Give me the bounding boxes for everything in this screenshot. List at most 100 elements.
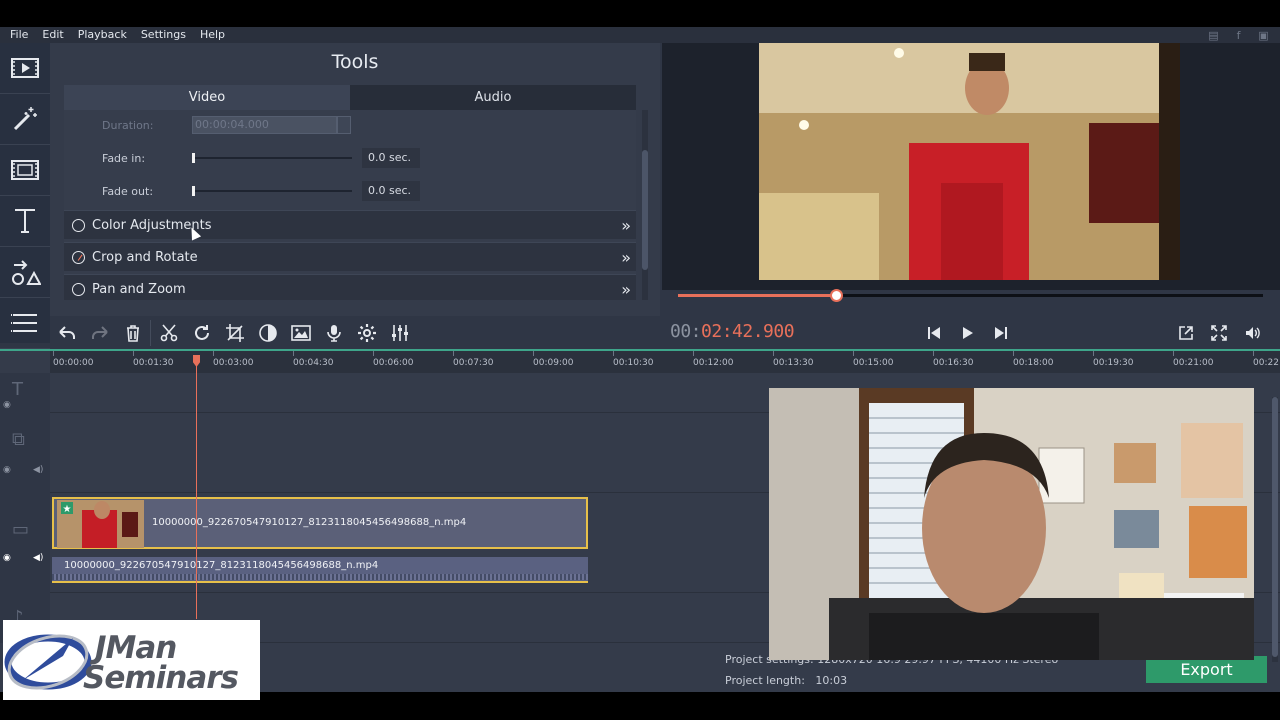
clip-properties-button[interactable] [350,316,383,349]
visibility-eye-icon[interactable]: ◉ [3,465,11,475]
audio-clip[interactable]: 10000000_922670547910127_812311804545649… [52,557,588,583]
previous-frame-button[interactable] [922,321,946,345]
menu-playback[interactable]: Playback [71,27,134,43]
ruler-tick-mark [53,351,54,356]
record-audio-button[interactable] [317,316,350,349]
import-media-button[interactable] [0,43,50,94]
section-toggle-icon[interactable] [72,218,85,232]
export-button[interactable]: Export [1146,656,1267,683]
equalizer-icon [391,324,408,341]
menu-file[interactable]: File [0,27,35,43]
ruler-tick-label: 00:15:00 [853,358,894,368]
fade-in-slider-handle[interactable] [192,153,195,163]
section-crop-and-rotate[interactable]: Crop and Rotate ›› [64,242,636,271]
text-track-icon: T [12,379,23,400]
ruler-tick-label: 00:01:30 [133,358,174,368]
toolbar-divider [150,319,151,346]
cut-button[interactable] [152,316,185,349]
audio-waveform [52,574,588,580]
tools-scrollbar[interactable] [642,110,648,300]
ruler-tick-label: 00:10:30 [613,358,654,368]
transitions-button[interactable] [0,145,50,196]
play-icon [963,327,973,339]
menu-edit[interactable]: Edit [35,27,70,43]
section-toggle-checked-icon[interactable] [72,250,85,264]
fade-out-label: Fade out: [102,185,154,198]
detach-player-button[interactable] [1174,321,1198,345]
menu-settings[interactable]: Settings [134,27,193,43]
rotate-button[interactable] [185,316,218,349]
tab-video[interactable]: Video [64,85,350,110]
project-length-value: 10:03 [815,674,848,687]
equalizer-button[interactable] [383,316,416,349]
video-track-header: ▭ ◉ ◀) [0,493,50,593]
duration-field[interactable]: 00:00:04.000 [192,116,337,134]
undo-button[interactable] [50,316,83,349]
visibility-eye-icon[interactable]: ◉ [3,400,11,410]
preview-image [759,43,1180,280]
playback-scrubber[interactable] [678,289,1263,302]
section-pan-and-zoom[interactable]: Pan and Zoom ›› [64,274,636,300]
edit-toolbar [50,316,660,349]
ruler-tick-mark [933,351,934,356]
playhead-line[interactable] [196,357,197,619]
skip-back-icon [928,327,940,339]
titles-button[interactable] [0,196,50,247]
undo-icon [58,325,75,339]
ruler-tick-mark [773,351,774,356]
fade-out-value[interactable]: 0.0 sec. [362,181,420,201]
filters-button[interactable] [0,94,50,145]
scrubber-handle[interactable] [829,289,843,302]
crop-button[interactable] [218,316,251,349]
next-frame-button[interactable] [989,321,1013,345]
section-label: Crop and Rotate [92,249,198,265]
expand-chevron-icon[interactable]: ›› [621,280,631,299]
fullscreen-button[interactable] [1207,321,1231,345]
preview-video-frame[interactable] [759,43,1180,280]
ruler-tick-label: 00:18:00 [1013,358,1054,368]
logo-text-line2: Seminars [83,660,239,696]
settings-icon [357,323,376,342]
expand-chevron-icon[interactable]: ›› [621,216,631,235]
scrollbar-thumb[interactable] [642,150,648,270]
mute-speaker-icon[interactable]: ◀) [33,553,43,563]
scrollbar-thumb[interactable] [1272,397,1278,657]
project-length-label: Project length: [725,674,805,687]
color-adjust-button[interactable] [251,316,284,349]
tab-audio[interactable]: Audio [350,85,636,110]
redo-button[interactable] [83,316,116,349]
visibility-eye-icon[interactable]: ◉ [3,553,11,563]
ruler-tick-label: 00:12:00 [693,358,734,368]
ruler-tick-mark [213,351,214,356]
vk-icon[interactable]: ▣ [1257,29,1270,42]
tools-panel: Tools Video Audio Duration: 00:00:04.000… [50,43,660,316]
delete-button[interactable] [116,316,149,349]
expand-chevron-icon[interactable]: ›› [621,248,631,267]
timeline-ruler[interactable]: 00:00:00 00:01:30 00:03:00 00:04:30 00:06:00… [50,351,1280,373]
volume-button[interactable] [1241,321,1265,345]
insert-image-button[interactable] [284,316,317,349]
menu-help[interactable]: Help [193,27,232,43]
youtube-icon[interactable]: ▤ [1207,29,1220,42]
skip-forward-icon [995,327,1007,339]
facebook-icon[interactable]: f [1232,29,1245,42]
ruler-tick-label: 00:19:30 [1093,358,1134,368]
video-clip[interactable]: ★ 10000000_922670547910127_8123118045456… [52,497,588,549]
fade-out-slider[interactable] [192,190,352,192]
rotate-icon [194,324,209,340]
fade-in-value[interactable]: 0.0 sec. [362,148,420,168]
section-toggle-icon[interactable] [72,282,85,296]
mute-speaker-icon[interactable]: ◀) [33,465,43,475]
section-color-adjustments[interactable]: Color Adjustments ›› [64,210,636,239]
more-tools-button[interactable] [0,298,50,349]
timeline-vertical-scrollbar[interactable] [1272,397,1278,662]
fade-in-slider[interactable] [192,157,352,159]
play-button[interactable] [955,321,979,345]
fade-out-slider-handle[interactable] [192,186,195,196]
ruler-tick-mark [373,351,374,356]
duration-spinner[interactable] [337,116,351,134]
ruler-tick-label: 00:09:00 [533,358,574,368]
stickers-button[interactable] [0,247,50,298]
ruler-tick-label: 00:16:30 [933,358,974,368]
ruler-tick-mark [133,351,134,356]
